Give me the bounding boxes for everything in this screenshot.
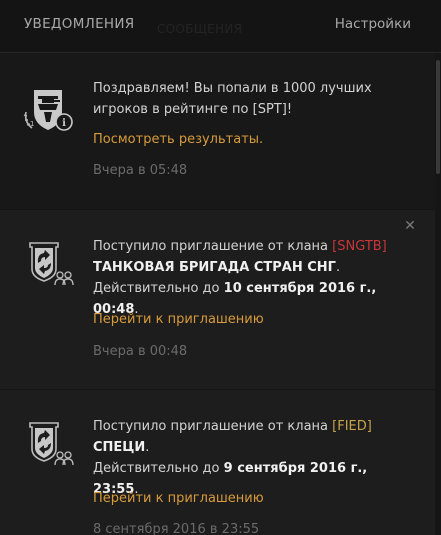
tab-notifications[interactable]: УВЕДОМЛЕНИЯ (24, 16, 134, 32)
notifications-panel: УВЕДОМЛЕНИЯ СООБЩЕНИЯ Настройки 1 i Позд… (0, 0, 441, 535)
notification-time: Вчера в 05:48 (93, 163, 188, 178)
clan-tag: [FIED] (332, 419, 372, 434)
go-to-invite-link[interactable]: Перейти к приглашению (93, 491, 264, 506)
view-results-link[interactable]: Посмотреть результаты. (93, 132, 263, 147)
valid-until-label: Действительно до (93, 461, 220, 476)
notification-rating: 1 i Поздравляем! Вы попали в 1000 лучших… (0, 53, 435, 209)
notification-clan-invite-sngtb: ✕ Поступило приглашение от клана [SNGTB]… (0, 210, 435, 389)
rating-line-1: Поздравляем! Вы попали в 1000 лучших (93, 81, 372, 96)
rating-line-2: игроков в рейтинге по [SPT]! (93, 102, 293, 117)
wot-rating-icon: 1 i (20, 82, 76, 138)
close-icon[interactable]: ✕ (403, 219, 417, 233)
clan-name: СПЕЦИ (93, 440, 146, 455)
notification-time: Вчера в 00:48 (93, 344, 188, 359)
notification-time: 8 сентября 2016 в 23:55 (93, 522, 260, 535)
clan-name-suffix: . (335, 260, 341, 275)
panel-header: УВЕДОМЛЕНИЯ СООБЩЕНИЯ Настройки (0, 0, 441, 53)
settings-link[interactable]: Настройки (335, 16, 411, 32)
invite-intro: Поступило приглашение от клана (93, 239, 329, 254)
clan-name: ТАНКОВАЯ БРИГАДА СТРАН СНГ (93, 260, 336, 275)
svg-text:i: i (62, 118, 66, 129)
notification-text: Поступило приглашение от клана [FIED] СП… (93, 416, 413, 500)
clan-name-suffix: . (145, 440, 150, 455)
invite-intro: Поступило приглашение от клана (93, 419, 329, 434)
go-to-invite-link[interactable]: Перейти к приглашению (93, 312, 264, 327)
notification-text: Поздравляем! Вы попали в 1000 лучших игр… (93, 78, 413, 120)
clan-invite-icon (20, 413, 76, 469)
scrollbar-thumb[interactable] (436, 60, 440, 174)
svg-text:1: 1 (30, 120, 34, 128)
valid-until-label: Действительно до (93, 281, 220, 296)
notification-clan-invite-fied: Поступило приглашение от клана [FIED] СП… (0, 390, 435, 535)
notification-text: Поступило приглашение от клана [SNGTB] Т… (93, 236, 413, 320)
clan-invite-icon (20, 233, 76, 289)
tab-messages-faded: СООБЩЕНИЯ (157, 22, 243, 36)
clan-tag: [SNGTB] (332, 239, 387, 254)
